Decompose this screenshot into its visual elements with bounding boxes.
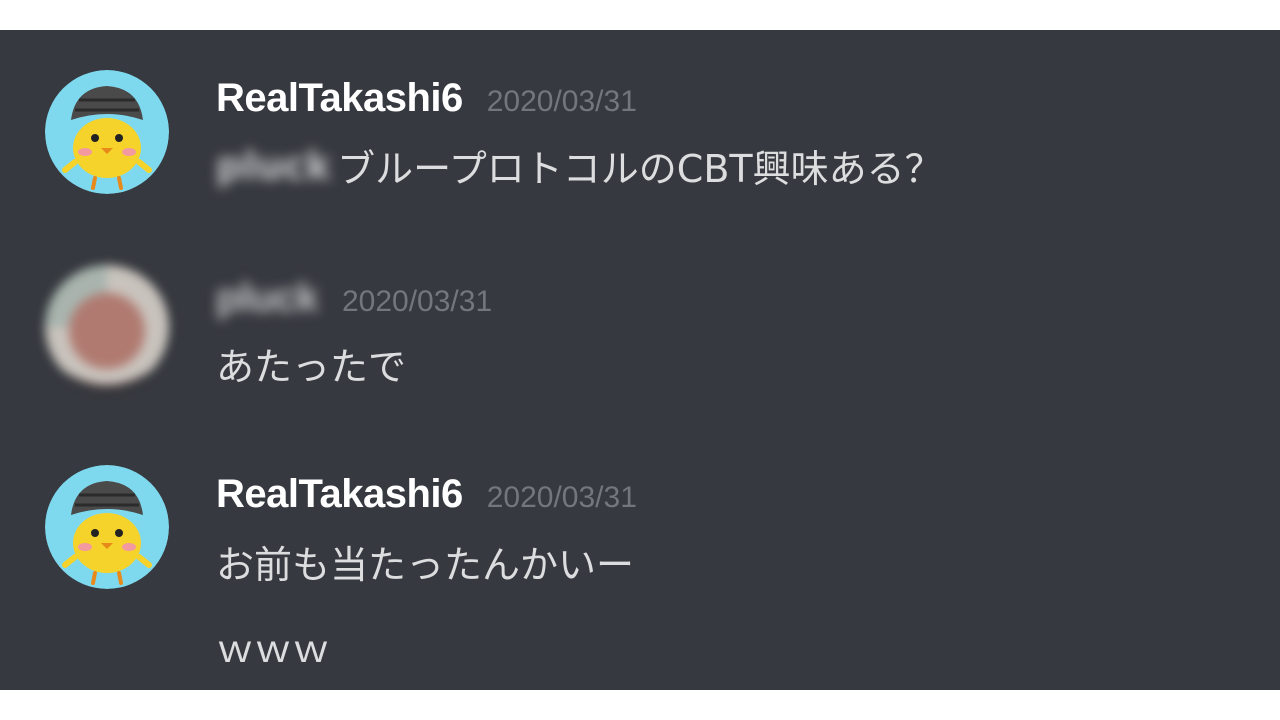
message-text: あたったで	[216, 345, 407, 389]
message-text: ｗｗｗ	[216, 627, 331, 671]
message-text: ブループロトコルのCBT興味ある？	[337, 147, 943, 191]
timestamp: 2020/03/31	[341, 285, 493, 318]
chick-avatar-icon[interactable]	[45, 70, 169, 194]
user-avatar-icon[interactable]	[45, 265, 169, 389]
message-header: RealTakashi6 2020/03/31	[216, 76, 637, 121]
message-content: pluck ブループロトコルのCBT興味ある？	[216, 138, 943, 193]
message-header: pluck 2020/03/31	[216, 276, 492, 321]
chick-avatar-icon[interactable]	[45, 465, 169, 589]
username[interactable]: RealTakashi6	[216, 76, 463, 121]
user-mention[interactable]: pluck	[216, 144, 331, 188]
timestamp: 2020/03/31	[486, 481, 637, 514]
message-header: RealTakashi6 2020/03/31	[216, 472, 637, 517]
timestamp: 2020/03/31	[486, 85, 637, 118]
message-content: あたったで	[216, 336, 406, 391]
message-content: お前も当たったんかいー	[216, 534, 634, 589]
message-text: お前も当たったんかいー	[216, 543, 635, 587]
username[interactable]: pluck	[216, 276, 318, 321]
username[interactable]: RealTakashi6	[216, 472, 463, 517]
message-content: ｗｗｗ	[216, 618, 330, 673]
chat-message-list: RealTakashi6 2020/03/31 pluck ブループロトコルのC…	[0, 30, 1280, 690]
